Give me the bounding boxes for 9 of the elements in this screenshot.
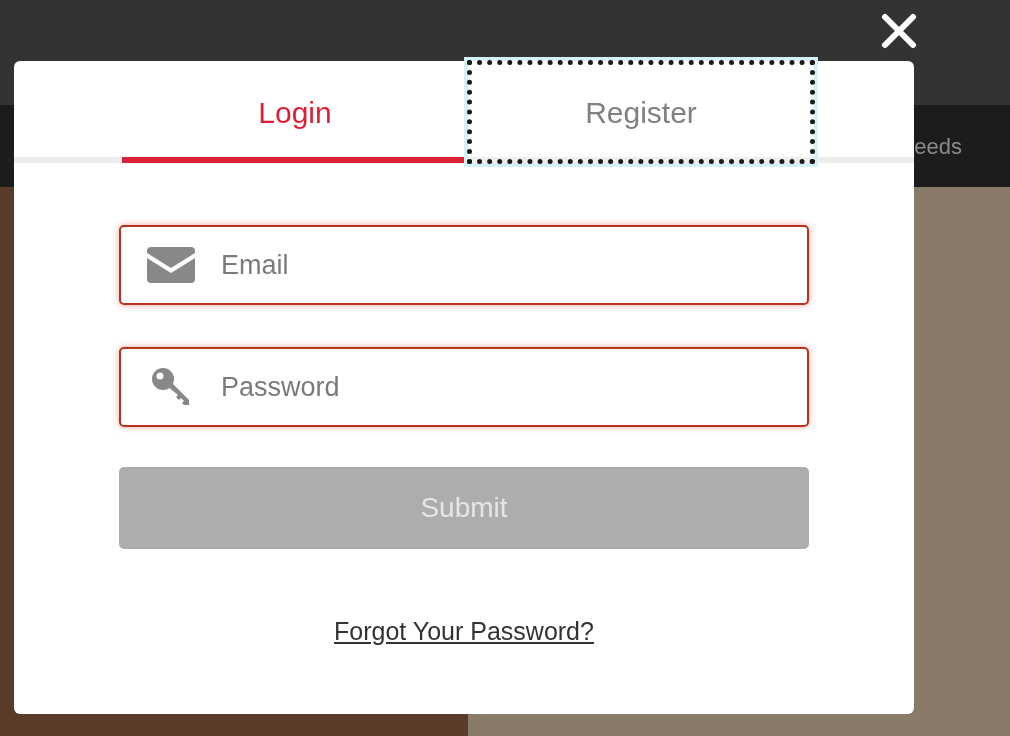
email-field[interactable]: Email (119, 225, 809, 305)
nav-link[interactable]: eeds (914, 129, 962, 163)
forgot-password-link[interactable]: Forgot Your Password? (334, 613, 594, 651)
key-icon (151, 367, 191, 407)
close-button[interactable] (880, 12, 918, 50)
password-field[interactable]: Password (119, 347, 809, 427)
close-icon (881, 13, 917, 49)
envelope-icon (147, 247, 195, 283)
tab[interactable]: Login (122, 61, 468, 163)
